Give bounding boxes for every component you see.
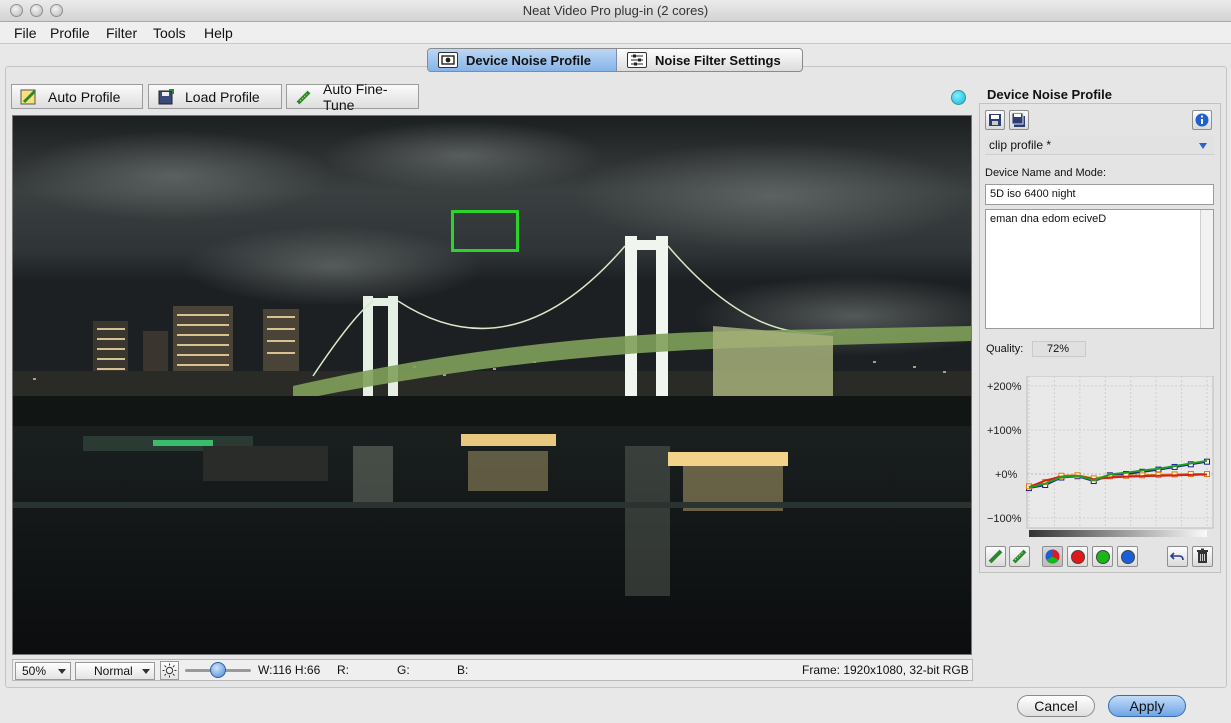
pen-tool-button[interactable]: [985, 546, 1006, 567]
save-as-profile-button[interactable]: [1009, 110, 1029, 130]
window-titlebar: Neat Video Pro plug-in (2 cores): [0, 0, 1231, 22]
tab-noise-filter-settings[interactable]: Noise Filter Settings: [617, 49, 791, 71]
save-profile-button[interactable]: [985, 110, 1005, 130]
auto-profile-icon: [20, 89, 38, 105]
load-profile-icon: [157, 88, 175, 105]
minimize-window-button[interactable]: [30, 4, 43, 17]
preview-status-bar: 50% Normal W:116 H:66 R: G: B: Frame: 19…: [12, 659, 973, 681]
night-city-bridge-photo: [13, 116, 971, 654]
save-icon: [989, 114, 1001, 126]
red-channel-button[interactable]: [1067, 546, 1088, 567]
menu-filter[interactable]: Filter: [106, 24, 137, 42]
save-as-icon: [1011, 112, 1025, 127]
frequency-scale-bar: [1029, 530, 1207, 537]
graph-y-label-100: +100%: [987, 425, 1022, 437]
graph-y-label-minus100: −100%: [987, 513, 1022, 525]
frame-info: Frame: 1920x1080, 32-bit RGB: [802, 663, 969, 677]
device-name-label: Device Name and Mode:: [985, 167, 1107, 179]
info-icon: [1195, 113, 1209, 127]
view-mode-value: Normal: [94, 664, 133, 678]
auto-profile-button[interactable]: Auto Profile: [11, 84, 143, 109]
undo-button[interactable]: [1167, 546, 1188, 567]
camera-profile-icon: [438, 52, 458, 68]
quality-value-text: 72%: [1047, 343, 1070, 355]
graph-y-label-200: +200%: [987, 381, 1022, 393]
noise-sample-selection[interactable]: [451, 210, 519, 252]
device-description-value: eman dna edom eciveD: [990, 213, 1107, 225]
pencil-icon: [988, 549, 1003, 564]
brightness-slider-thumb[interactable]: [210, 662, 226, 678]
cancel-button[interactable]: Cancel: [1017, 695, 1095, 717]
chevron-down-icon: [1199, 143, 1207, 149]
auto-fine-tune-label: Auto Fine-Tune: [323, 80, 388, 113]
preview-viewport[interactable]: [12, 115, 972, 655]
zoom-select[interactable]: 50%: [15, 662, 71, 680]
chevron-down-icon: [142, 669, 150, 674]
chevron-down-icon: [58, 669, 66, 674]
trash-icon: [1197, 548, 1208, 563]
r-value-label: R:: [337, 663, 349, 677]
device-description-textarea[interactable]: eman dna edom eciveD: [985, 209, 1214, 329]
quality-value: 72%: [1032, 341, 1086, 357]
menu-profile[interactable]: Profile: [50, 24, 90, 42]
g-value-label: G:: [397, 663, 410, 677]
mode-tabs: Device Noise Profile Noise Filter Settin…: [427, 48, 803, 72]
delete-button[interactable]: [1192, 546, 1213, 567]
apply-button[interactable]: Apply: [1108, 695, 1186, 717]
zoom-value: 50%: [22, 664, 47, 678]
blue-channel-icon: [1121, 550, 1135, 564]
profile-select-value: clip profile *: [989, 138, 1052, 152]
all-channels-button[interactable]: [1042, 546, 1063, 567]
rgb-pie-icon: [1045, 549, 1060, 564]
view-mode-select[interactable]: Normal: [75, 662, 155, 680]
auto-fine-tune-button[interactable]: Auto Fine-Tune: [286, 81, 419, 113]
graph-y-label-0: +0%: [995, 469, 1018, 481]
quality-label: Quality:: [986, 343, 1024, 355]
sun-icon: [162, 663, 177, 678]
description-scrollbar[interactable]: [1200, 210, 1213, 328]
auto-fine-tune-icon: [295, 89, 313, 105]
noise-level-graph[interactable]: +200% +100% +0% −100%: [985, 375, 1215, 542]
tab-device-noise-profile-label: Device Noise Profile: [466, 52, 591, 68]
profile-info-button[interactable]: [1192, 110, 1212, 130]
menu-bar: File Profile Filter Tools Help: [0, 22, 1231, 44]
sliders-icon: [627, 52, 647, 68]
device-name-value: 5D iso 6400 night: [990, 188, 1076, 200]
load-profile-button[interactable]: Load Profile: [148, 84, 282, 109]
device-name-input[interactable]: 5D iso 6400 night: [985, 184, 1214, 205]
zoom-window-button[interactable]: [50, 4, 63, 17]
auto-fine-tune-icon: [1012, 549, 1027, 564]
noise-graph-svg: +200% +100% +0% −100%: [987, 375, 1214, 537]
menu-tools[interactable]: Tools: [153, 24, 186, 42]
tab-noise-filter-settings-label: Noise Filter Settings: [655, 52, 781, 68]
brightness-button[interactable]: [160, 661, 179, 680]
b-value-label: B:: [457, 663, 469, 677]
close-window-button[interactable]: [10, 4, 23, 17]
undo-icon: [1169, 552, 1184, 561]
auto-profile-label: Auto Profile: [48, 88, 121, 105]
window-title: Neat Video Pro plug-in (2 cores): [522, 3, 709, 18]
status-indicator-icon: [951, 90, 966, 105]
green-channel-button[interactable]: [1092, 546, 1113, 567]
menu-file[interactable]: File: [14, 24, 37, 42]
sidebar-title: Device Noise Profile: [987, 87, 1112, 102]
load-profile-label: Load Profile: [185, 88, 260, 105]
fine-tune-tool-button[interactable]: [1009, 546, 1030, 567]
blue-channel-button[interactable]: [1117, 546, 1138, 567]
profile-select[interactable]: clip profile *: [985, 136, 1215, 155]
green-channel-icon: [1096, 550, 1110, 564]
tab-device-noise-profile[interactable]: Device Noise Profile: [428, 49, 617, 71]
selection-size: W:116 H:66: [258, 663, 321, 677]
menu-help[interactable]: Help: [204, 24, 233, 42]
red-channel-icon: [1071, 550, 1085, 564]
